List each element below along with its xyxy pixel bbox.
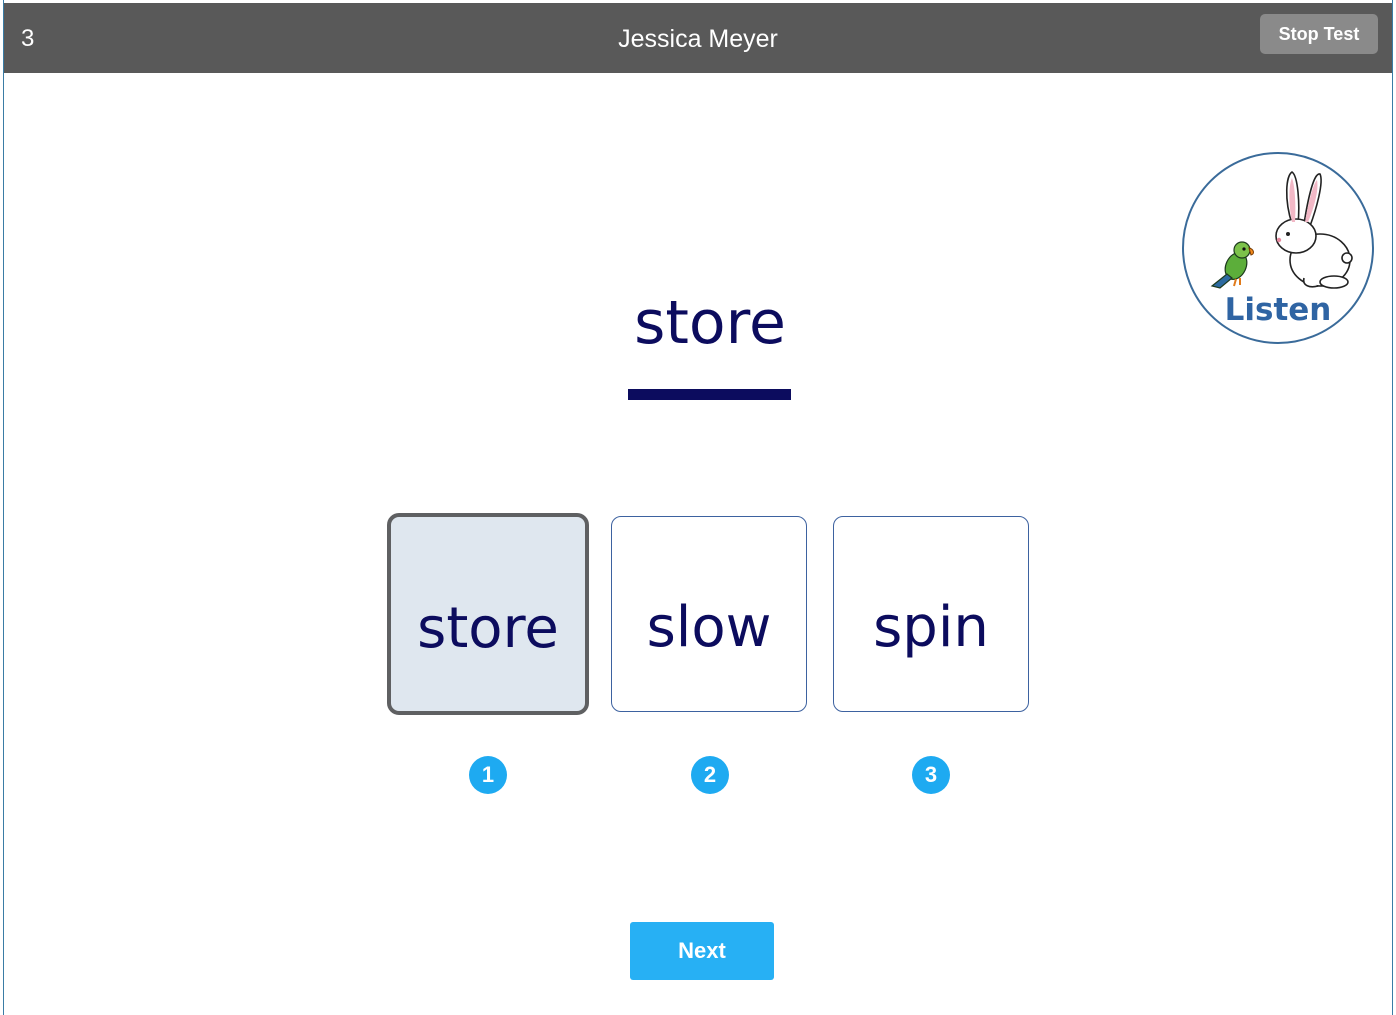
- listen-button[interactable]: Listen: [1182, 152, 1374, 344]
- choice-number-badge-3: 3: [912, 756, 950, 794]
- choice-number-badge-2: 2: [691, 756, 729, 794]
- app-frame: [3, 0, 1393, 1015]
- top-bar: 3 Jessica Meyer Stop Test: [4, 3, 1392, 73]
- student-name: Jessica Meyer: [618, 25, 778, 53]
- listen-label: Listen: [1224, 292, 1332, 328]
- choice-card-3[interactable]: spin: [833, 516, 1029, 712]
- choice-word: store: [417, 596, 559, 661]
- stop-test-button[interactable]: Stop Test: [1260, 14, 1378, 54]
- next-button[interactable]: Next: [630, 922, 774, 980]
- choice-word: spin: [873, 595, 989, 660]
- choice-word: slow: [646, 595, 772, 660]
- target-word: store: [634, 288, 786, 358]
- choice-card-1[interactable]: store: [387, 513, 589, 715]
- choice-number-badge-1: 1: [469, 756, 507, 794]
- target-underline: [628, 389, 791, 400]
- choice-card-2[interactable]: slow: [611, 516, 807, 712]
